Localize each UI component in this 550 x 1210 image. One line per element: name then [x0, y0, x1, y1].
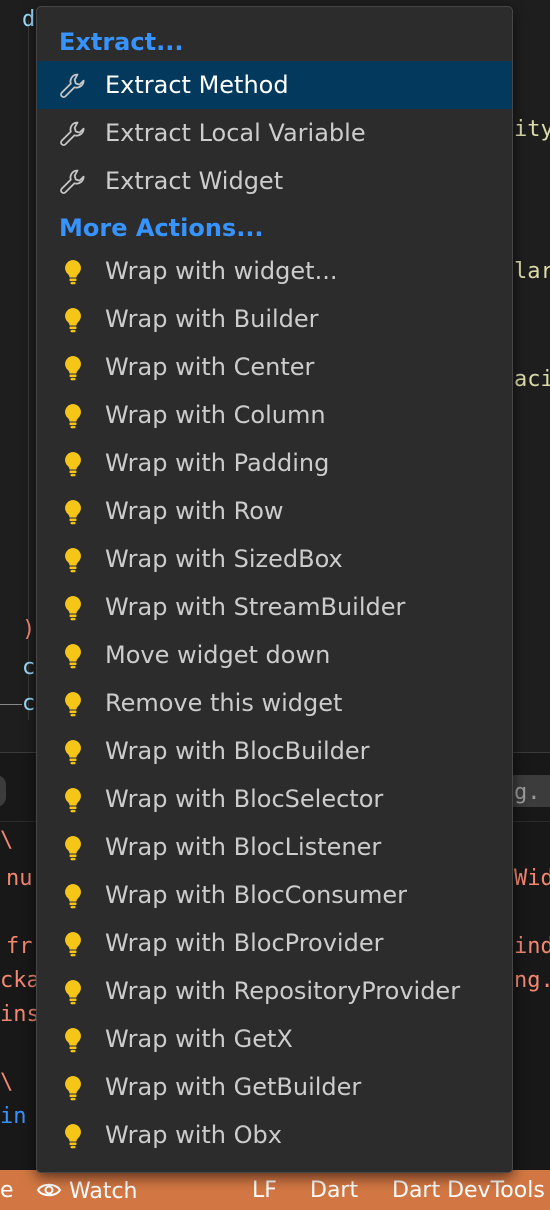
menu-item[interactable]: Wrap with Column [38, 391, 511, 439]
menu-item-label: Wrap with StreamBuilder [105, 593, 406, 621]
output-line: \ [0, 1070, 14, 1095]
lightbulb-icon [58, 737, 88, 767]
menu-item[interactable]: Wrap with Row [38, 487, 511, 535]
status-fragment: e [0, 1178, 14, 1203]
menu-item[interactable]: Wrap with RepositoryProvider [38, 967, 511, 1015]
language-indicator[interactable]: Dart [310, 1178, 358, 1203]
code-fragment: lar [514, 259, 550, 284]
output-line: \ [0, 828, 14, 853]
lightbulb-icon [58, 929, 88, 959]
lightbulb-icon [58, 449, 88, 479]
output-line: cka [0, 968, 40, 993]
output-line: ind [514, 934, 550, 959]
lightbulb-icon [58, 689, 88, 719]
menu-item-label: Wrap with BlocSelector [105, 785, 384, 813]
menu-item[interactable]: Wrap with BlocProvider [38, 919, 511, 967]
menu-item[interactable]: Wrap with Padding [38, 439, 511, 487]
lightbulb-icon [58, 1073, 88, 1103]
code-fragment: aci [514, 367, 550, 392]
wrench-icon [58, 167, 88, 197]
menu-item[interactable]: Wrap with BlocConsumer [38, 871, 511, 919]
lightbulb-icon [58, 305, 88, 335]
lightbulb-icon [58, 545, 88, 575]
code-line-marker [0, 704, 22, 705]
menu-item-label: Wrap with GetBuilder [105, 1073, 362, 1101]
menu-item[interactable]: Extract Method [38, 61, 511, 109]
lightbulb-icon [58, 257, 88, 287]
menu-item-label: Wrap with GetX [105, 1025, 293, 1053]
devtools-button[interactable]: Dart DevTools [392, 1178, 545, 1203]
lightbulb-icon [58, 833, 88, 863]
menu-item-label: Extract Local Variable [105, 119, 366, 147]
menu-item[interactable]: Wrap with Center [38, 343, 511, 391]
eol-indicator[interactable]: LF [252, 1178, 277, 1203]
menu-item[interactable]: Wrap with GetX [38, 1015, 511, 1063]
lightbulb-icon [58, 881, 88, 911]
menu-item[interactable]: Remove this widget [38, 679, 511, 727]
menu-item[interactable]: Extract Local Variable [38, 109, 511, 157]
menu-item[interactable]: Wrap with GetBuilder [38, 1063, 511, 1111]
menu-item[interactable]: Wrap with StreamBuilder [38, 583, 511, 631]
code-fragment: d [22, 7, 36, 32]
menu-item[interactable]: Wrap with BlocSelector [38, 775, 511, 823]
lightbulb-icon [58, 977, 88, 1007]
output-line: Wid [514, 866, 550, 891]
lightbulb-icon [58, 1025, 88, 1055]
menu-item-label: Wrap with Obx [105, 1121, 282, 1149]
menu-item-label: Wrap with SizedBox [105, 545, 343, 573]
menu-item[interactable]: Wrap with SizedBox [38, 535, 511, 583]
menu-section-header: Extract... [59, 28, 184, 56]
lightbulb-icon [58, 401, 88, 431]
code-actions-menu: Extract... Extract Method Extract Local Va… [36, 6, 513, 1173]
menu-item-label: Wrap with BlocBuilder [105, 737, 370, 765]
lightbulb-icon [58, 1121, 88, 1151]
status-bar: e Watch LF Dart Dart DevTools [0, 1170, 550, 1210]
code-fragment: ) [22, 617, 36, 642]
menu-item[interactable]: Wrap with Obx [38, 1111, 511, 1159]
menu-item[interactable]: Extract Widget [38, 157, 511, 205]
menu-item[interactable]: Wrap with BlocBuilder [38, 727, 511, 775]
menu-item[interactable]: Wrap with Builder [38, 295, 511, 343]
menu-item[interactable]: Wrap with widget... [38, 247, 511, 295]
menu-item[interactable]: Move widget down [38, 631, 511, 679]
panel-filter-left[interactable] [0, 775, 6, 807]
filter-text: g. t [514, 780, 541, 805]
output-line: in [0, 1104, 27, 1129]
menu-item-label: Wrap with BlocConsumer [105, 881, 408, 909]
code-fragment: c [22, 655, 36, 680]
menu-item-label: Wrap with Center [105, 353, 315, 381]
lightbulb-icon [58, 641, 88, 671]
code-fragment: c [22, 691, 36, 716]
output-line: ins [0, 1002, 40, 1027]
menu-item-label: Extract Widget [105, 167, 284, 195]
wrench-icon [58, 71, 88, 101]
wrench-icon [58, 119, 88, 149]
menu-item-label: Extract Method [105, 71, 289, 99]
menu-item[interactable]: Wrap with BlocListener [38, 823, 511, 871]
menu-item-label: Remove this widget [105, 689, 343, 717]
menu-item-label: Wrap with RepositoryProvider [105, 977, 461, 1005]
watch-status[interactable]: Watch [36, 1179, 138, 1204]
watch-label: Watch [69, 1179, 138, 1204]
menu-item-label: Wrap with BlocListener [105, 833, 382, 861]
output-line: nu [6, 866, 33, 891]
output-line: ng. [514, 968, 550, 993]
menu-item-label: Wrap with Builder [105, 305, 319, 333]
menu-section-header: More Actions... [59, 214, 264, 242]
output-line: fr [6, 934, 33, 959]
menu-item-label: Wrap with Row [105, 497, 284, 525]
menu-item-label: Move widget down [105, 641, 331, 669]
lightbulb-icon [58, 593, 88, 623]
menu-item-label: Wrap with Padding [105, 449, 330, 477]
lightbulb-icon [58, 353, 88, 383]
code-fragment: ity [514, 117, 550, 142]
lightbulb-icon [58, 785, 88, 815]
menu-item-label: Wrap with Column [105, 401, 326, 429]
lightbulb-icon [58, 497, 88, 527]
indent-guide [28, 20, 29, 720]
eye-icon [36, 1183, 62, 1197]
menu-item-label: Wrap with BlocProvider [105, 929, 384, 957]
menu-item-label: Wrap with widget... [105, 257, 338, 285]
